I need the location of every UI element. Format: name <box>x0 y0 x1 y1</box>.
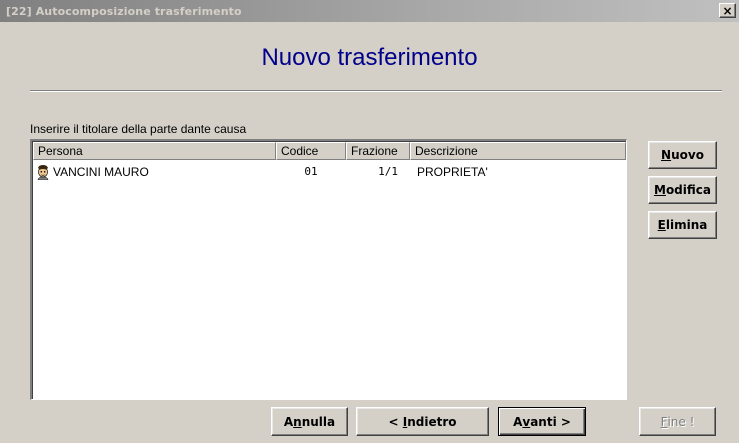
avanti-button[interactable]: Av anti > <box>498 407 586 436</box>
column-header-descrizione[interactable]: Descrizione <box>410 142 626 160</box>
fine-button[interactable]: Fine ! <box>639 407 716 436</box>
list-header: Persona Codice Frazione Descrizione <box>33 142 626 160</box>
elimina-mnemonic: E <box>657 218 666 232</box>
avanti-mnemonic: v <box>522 414 531 429</box>
cell-descrizione: PROPRIETA' <box>417 165 488 179</box>
cell-frazione: 1/1 <box>378 165 398 178</box>
modifica-mnemonic: M <box>653 183 666 197</box>
column-header-frazione[interactable]: Frazione <box>346 142 410 160</box>
persona-name: VANCINI MAURO <box>53 165 149 179</box>
indietro-label-start: < <box>388 414 403 429</box>
window-title: [22] Autocomposizione trasferimento <box>6 4 242 18</box>
close-icon: × <box>722 3 733 18</box>
annulla-button[interactable]: An nulla <box>271 407 348 436</box>
person-icon <box>35 164 51 180</box>
page-heading: Nuovo trasferimento <box>261 44 478 71</box>
modifica-label: odifica <box>665 183 711 197</box>
column-header-codice[interactable]: Codice <box>276 142 346 160</box>
indietro-label: ndietro <box>407 414 457 429</box>
separator <box>30 90 722 92</box>
elimina-label: limina <box>665 218 708 232</box>
modifica-button[interactable]: Modifica <box>648 176 717 204</box>
holders-list[interactable]: Persona Codice Frazione Descrizione VANC… <box>30 139 627 400</box>
annulla-mnemonic: n <box>293 414 302 429</box>
indietro-button[interactable]: < Indietro <box>356 407 489 436</box>
list-item[interactable]: VANCINI MAURO 01 1/1 PROPRIETA' <box>33 163 626 181</box>
avanti-label-start: A <box>513 414 523 429</box>
close-button[interactable]: × <box>719 3 736 18</box>
elimina-button[interactable]: Elimina <box>648 211 717 239</box>
nuovo-label: uovo <box>671 148 704 162</box>
title-bar[interactable]: [22] Autocomposizione trasferimento × <box>0 0 739 22</box>
fine-label: ine ! <box>667 414 695 429</box>
instruction-label: Inserire il titolare della parte dante c… <box>30 122 247 136</box>
annulla-label: nulla <box>301 414 336 429</box>
cell-persona: VANCINI MAURO <box>33 163 276 181</box>
column-header-persona[interactable]: Persona <box>33 142 276 160</box>
fine-mnemonic: F <box>660 414 668 429</box>
annulla-label-start: A <box>283 414 294 429</box>
nuovo-button[interactable]: Nuovo <box>648 141 717 169</box>
avanti-label: anti > <box>530 414 571 429</box>
nuovo-mnemonic: N <box>661 148 672 162</box>
wizard-window: [22] Autocomposizione trasferimento × Nu… <box>0 0 739 443</box>
cell-codice: 01 <box>304 165 318 178</box>
